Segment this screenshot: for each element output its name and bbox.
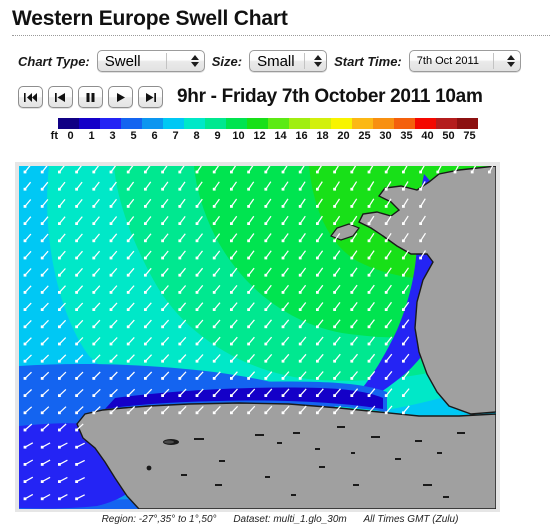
color-scale-tick: 7 xyxy=(172,130,179,142)
color-scale-tick: 50 xyxy=(442,130,455,142)
color-scale-segment xyxy=(226,118,247,129)
play-icon xyxy=(116,92,125,102)
color-scale-tick: 25 xyxy=(358,130,371,142)
color-scale-segment xyxy=(373,118,394,129)
skip-back-icon xyxy=(24,92,37,102)
color-scale-segment xyxy=(184,118,205,129)
color-scale: ft 0 1 3 5 6 7 8 9 10 12 14 16 18 20 25 30 35 40 50 75 xyxy=(0,118,560,148)
swell-chart-map[interactable] xyxy=(15,162,500,512)
color-scale-segment xyxy=(205,118,226,129)
color-scale-tick: 3 xyxy=(109,130,116,142)
page-header: Western Europe Swell Chart xyxy=(0,0,560,32)
chevron-updown-icon[interactable] xyxy=(312,55,323,67)
skip-to-start-button[interactable] xyxy=(18,86,43,108)
color-scale-segment xyxy=(142,118,163,129)
color-scale-tick: 12 xyxy=(253,130,266,142)
step-back-icon xyxy=(55,92,65,102)
size-value: Small xyxy=(257,52,295,70)
chevron-updown-icon[interactable] xyxy=(190,55,201,67)
color-scale-segment xyxy=(268,118,289,129)
start-time-value: 7th Oct 2011 xyxy=(416,55,479,67)
color-scale-tick: 1 xyxy=(88,130,95,142)
map-canvas[interactable] xyxy=(19,166,496,509)
color-scale-tick: 9 xyxy=(214,130,221,142)
map-timezone: All Times GMT (Zulu) xyxy=(363,514,459,525)
chart-type-value: Swell xyxy=(104,52,141,70)
map-region: Region: -27°,35° to 1°,50° xyxy=(101,514,217,525)
map-dataset: Dataset: multi_1.glo_30m xyxy=(233,514,347,525)
color-scale-tick: 14 xyxy=(274,130,287,142)
map-caption: Region: -27°,35° to 1°,50° Dataset: mult… xyxy=(0,514,560,525)
color-scale-tick: 10 xyxy=(232,130,245,142)
color-scale-tick: 75 xyxy=(463,130,476,142)
chart-type-label: Chart Type: xyxy=(18,53,90,69)
color-scale-tick: 6 xyxy=(151,130,158,142)
color-scale-segment xyxy=(247,118,268,129)
color-scale-segment xyxy=(79,118,100,129)
color-scale-bar xyxy=(58,118,478,129)
color-scale-segment xyxy=(415,118,436,129)
color-scale-tick: 18 xyxy=(316,130,329,142)
chart-type-select[interactable]: Swell xyxy=(96,50,205,72)
color-scale-segment xyxy=(352,118,373,129)
swell-field-layer xyxy=(19,166,496,509)
color-scale-tick: 35 xyxy=(400,130,413,142)
color-scale-tick: 5 xyxy=(130,130,137,142)
color-scale-segment xyxy=(457,118,478,129)
color-scale-tick: 20 xyxy=(337,130,350,142)
color-scale-segment xyxy=(310,118,331,129)
chart-controls-bar: Chart Type: Swell Size: Small Start Time… xyxy=(0,36,560,74)
playback-controls: 9hr - Friday 7th October 2011 10am xyxy=(0,74,560,112)
color-scale-tick: 16 xyxy=(295,130,308,142)
color-scale-unit: ft xyxy=(50,130,58,142)
start-time-select[interactable]: 7th Oct 2011 xyxy=(408,50,521,72)
color-scale-segment xyxy=(289,118,310,129)
page-title: Western Europe Swell Chart xyxy=(12,7,288,30)
color-scale-segment xyxy=(436,118,457,129)
color-scale-ticks: ft 0 1 3 5 6 7 8 9 10 12 14 16 18 20 25 30 35 40 50 75 xyxy=(32,129,480,145)
pause-icon xyxy=(86,92,95,102)
color-scale-segment xyxy=(331,118,352,129)
color-scale-tick: 40 xyxy=(421,130,434,142)
chart-type-select-divider xyxy=(165,53,167,69)
step-back-button[interactable] xyxy=(48,86,73,108)
frame-title: 9hr - Friday 7th October 2011 10am xyxy=(177,86,483,107)
size-label: Size: xyxy=(211,53,243,69)
color-scale-segment xyxy=(163,118,184,129)
play-button[interactable] xyxy=(108,86,133,108)
color-scale-tick: 0 xyxy=(67,130,74,142)
pause-button[interactable] xyxy=(78,86,103,108)
color-scale-tick: 30 xyxy=(379,130,392,142)
start-time-select-divider xyxy=(492,53,494,69)
start-time-label: Start Time: xyxy=(334,53,402,69)
chevron-updown-icon[interactable] xyxy=(506,55,517,67)
color-scale-segment xyxy=(121,118,142,129)
step-forward-button[interactable] xyxy=(138,86,163,108)
color-scale-segment xyxy=(100,118,121,129)
color-scale-tick: 8 xyxy=(193,130,200,142)
size-select[interactable]: Small xyxy=(249,50,328,72)
color-scale-segment xyxy=(58,118,79,129)
size-select-divider xyxy=(303,53,305,69)
color-scale-segment xyxy=(394,118,415,129)
step-forward-icon xyxy=(146,92,156,102)
